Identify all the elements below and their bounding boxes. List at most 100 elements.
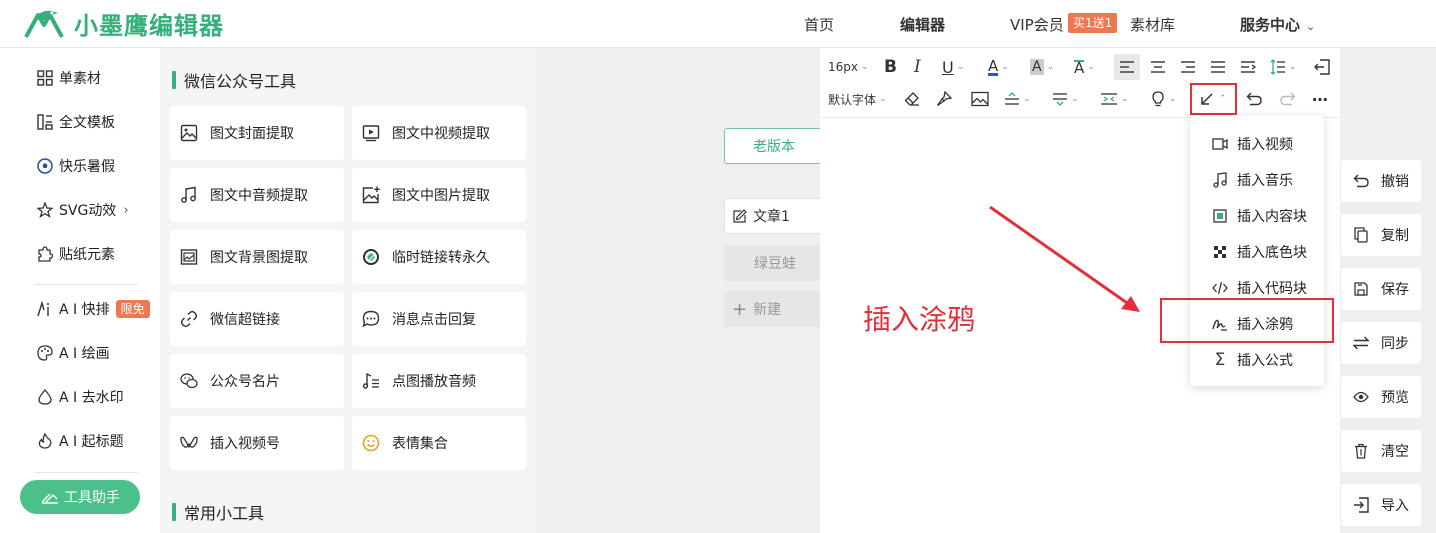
tool-link-permanent[interactable]: 临时链接转永久 bbox=[352, 230, 526, 284]
italic-button[interactable]: I bbox=[914, 54, 921, 80]
tool-message-reply[interactable]: 消息点击回复 bbox=[352, 292, 526, 346]
sidebar-item-label: A I 快排 bbox=[59, 302, 110, 318]
sidebar-item-single-material[interactable]: 单素材 bbox=[36, 66, 101, 90]
indent-button[interactable] bbox=[1240, 54, 1256, 80]
spacing-top-icon bbox=[1005, 92, 1019, 105]
video-camera-icon bbox=[1212, 136, 1228, 152]
tool-image-extract[interactable]: 图文中图片提取 bbox=[352, 168, 526, 222]
import-action-button[interactable]: 导入 bbox=[1341, 484, 1421, 526]
nav-home[interactable]: 首页 bbox=[804, 14, 834, 35]
menu-item-label: 插入底色块 bbox=[1237, 245, 1307, 261]
redo-toolbar-button[interactable] bbox=[1280, 86, 1296, 112]
tool-bg-extract[interactable]: 图文背景图提取 bbox=[170, 230, 344, 284]
letter-spacing-button[interactable]: ⌄ bbox=[1100, 86, 1129, 112]
undo-toolbar-button[interactable] bbox=[1246, 86, 1262, 112]
image-icon bbox=[180, 124, 198, 142]
bg-color-button[interactable]: A ⌄ bbox=[1030, 54, 1054, 80]
nav-vip[interactable]: VIP会员 bbox=[1010, 14, 1064, 35]
star-icon bbox=[36, 201, 54, 219]
sidebar-item-full-template[interactable]: 全文模板 bbox=[36, 110, 115, 134]
exit-button[interactable] bbox=[1314, 54, 1330, 80]
old-version-button[interactable]: 老版本 bbox=[724, 128, 824, 164]
nav-materials[interactable]: 素材库 bbox=[1130, 14, 1175, 35]
font-color-button[interactable]: A ⌄ bbox=[988, 54, 1009, 80]
tool-video-extract[interactable]: 图文中视频提取 bbox=[352, 106, 526, 160]
highlight-color-icon: A bbox=[1030, 59, 1044, 75]
action-label: 导入 bbox=[1381, 498, 1409, 514]
insert-image-button[interactable] bbox=[971, 86, 989, 112]
sync-action-button[interactable]: 同步 bbox=[1341, 322, 1421, 364]
sidebar-item-ai-paint[interactable]: A I 绘画 bbox=[36, 341, 110, 365]
more-styles-button[interactable]: ⌄ bbox=[1150, 86, 1177, 112]
sidebar-item-ai-watermark[interactable]: A I 去水印 bbox=[36, 385, 124, 409]
tool-card-label: 临时链接转永久 bbox=[392, 250, 490, 266]
tool-account-card[interactable]: 公众号名片 bbox=[170, 354, 344, 408]
bold-button[interactable]: B bbox=[884, 54, 897, 80]
nav-editor[interactable]: 编辑器 bbox=[900, 14, 945, 35]
bold-icon: B bbox=[884, 57, 897, 77]
eraser-button[interactable] bbox=[904, 86, 920, 112]
trash-icon bbox=[1353, 443, 1369, 459]
tool-wechat-link[interactable]: 微信超链接 bbox=[170, 292, 344, 346]
align-right-button[interactable] bbox=[1180, 54, 1196, 80]
clear-action-button[interactable]: 清空 bbox=[1341, 430, 1421, 472]
tool-click-audio[interactable]: 点图播放音频 bbox=[352, 354, 526, 408]
menu-item-insert-formula[interactable]: Σ 插入公式 bbox=[1212, 350, 1293, 370]
sidebar-item-ai-layout[interactable]: A I 快排 限免 bbox=[36, 297, 150, 321]
font-family-select[interactable]: 默认字体 ⌄ bbox=[828, 86, 887, 112]
new-article-button[interactable]: + 新建 bbox=[724, 291, 824, 327]
tool-emoji-set[interactable]: 表情集合 bbox=[352, 416, 526, 470]
menu-item-insert-code-block[interactable]: 插入代码块 bbox=[1212, 278, 1307, 298]
sidebar-item-summer[interactable]: 快乐暑假 bbox=[36, 154, 115, 178]
text-effect-button[interactable]: A ⌄ bbox=[1074, 54, 1095, 80]
music-icon bbox=[180, 186, 198, 204]
underline-button[interactable]: U ⌄ bbox=[942, 54, 964, 80]
undo-icon bbox=[1246, 92, 1262, 106]
menu-item-insert-content-block[interactable]: 插入内容块 bbox=[1212, 206, 1307, 226]
article-item[interactable]: 绿豆蛙 bbox=[724, 245, 824, 281]
tool-card-label: 插入视频号 bbox=[210, 436, 280, 452]
sidebar-item-stickers[interactable]: 贴纸元素 bbox=[36, 242, 115, 266]
article-item-active[interactable]: 文章1 bbox=[724, 198, 824, 234]
sidebar-item-svg[interactable]: SVG动效 › bbox=[36, 198, 129, 222]
undo-action-button[interactable]: 撤销 bbox=[1341, 160, 1421, 202]
paragraph-spacing-bottom-button[interactable]: ⌄ bbox=[1052, 86, 1079, 112]
save-action-button[interactable]: 保存 bbox=[1341, 268, 1421, 310]
menu-item-insert-video[interactable]: 插入视频 bbox=[1212, 134, 1293, 154]
menu-item-insert-bg-block[interactable]: 插入底色块 bbox=[1212, 242, 1307, 262]
puzzle-icon bbox=[36, 245, 54, 263]
menu-item-insert-music[interactable]: 插入音乐 bbox=[1212, 170, 1293, 190]
align-left-button[interactable] bbox=[1114, 54, 1140, 80]
tool-card-label: 图文封面提取 bbox=[210, 126, 294, 142]
indent-icon bbox=[1241, 61, 1256, 73]
action-label: 同步 bbox=[1381, 336, 1409, 352]
chat-icon bbox=[362, 310, 380, 328]
section-title-label: 微信公众号工具 bbox=[184, 72, 297, 91]
sidebar-item-ai-title[interactable]: A I 起标题 bbox=[36, 429, 124, 453]
drop-icon bbox=[36, 388, 54, 406]
tool-card-label: 微信超链接 bbox=[210, 312, 280, 328]
preview-action-button[interactable]: 预览 bbox=[1341, 376, 1421, 418]
format-brush-button[interactable] bbox=[936, 86, 952, 112]
align-center-button[interactable] bbox=[1150, 54, 1166, 80]
menu-item-label: 插入音乐 bbox=[1237, 173, 1293, 189]
new-article-label: 新建 bbox=[753, 302, 782, 318]
action-label: 清空 bbox=[1381, 444, 1409, 460]
font-size-select[interactable]: 16px ⌄ bbox=[828, 54, 869, 80]
more-button[interactable]: ⋯ bbox=[1312, 86, 1329, 112]
font-color-icon: A bbox=[988, 56, 999, 76]
format-brush-icon bbox=[936, 91, 952, 107]
copy-action-button[interactable]: 复制 bbox=[1341, 214, 1421, 256]
tool-helper-button[interactable]: 工具助手 bbox=[20, 480, 140, 514]
tool-audio-extract[interactable]: 图文中音频提取 bbox=[170, 168, 344, 222]
tool-cover-extract[interactable]: 图文封面提取 bbox=[170, 106, 344, 160]
line-height-button[interactable]: ⌄ bbox=[1270, 54, 1297, 80]
logo[interactable]: 小墨鹰编辑器 bbox=[22, 6, 224, 41]
tool-channels[interactable]: 插入视频号 bbox=[170, 416, 344, 470]
chevron-down-icon: ⌄ bbox=[1001, 62, 1009, 72]
chevron-down-icon: ⌄ bbox=[1023, 94, 1031, 104]
align-justify-button[interactable] bbox=[1210, 54, 1226, 80]
template-icon bbox=[36, 113, 54, 131]
nav-service[interactable]: 服务中心 ⌄ bbox=[1240, 14, 1315, 35]
paragraph-spacing-top-button[interactable]: ⌄ bbox=[1004, 86, 1031, 112]
